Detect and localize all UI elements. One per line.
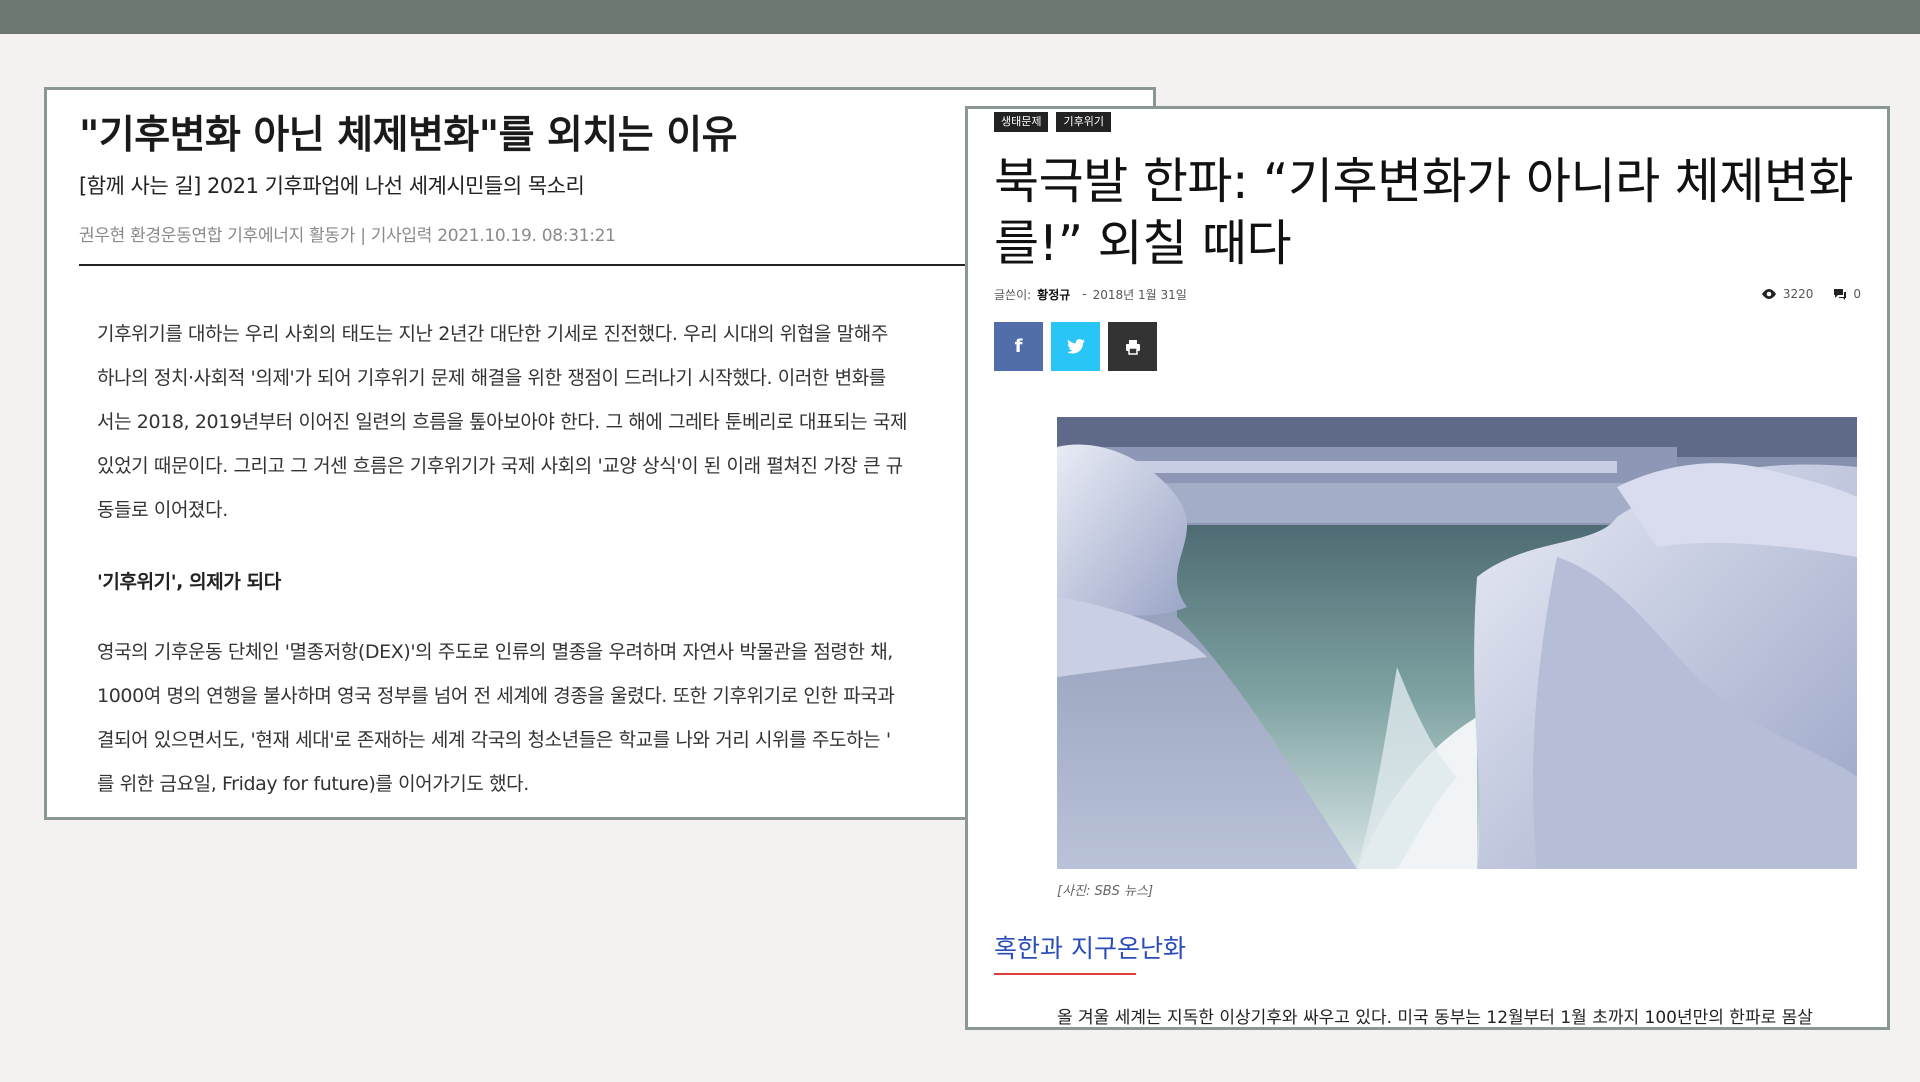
article-meta: 글쓴이: 황정규 - 2018년 1월 31일 3220 0 — [994, 284, 1861, 304]
tag-list: 생태문제 기후위기 — [994, 112, 1111, 132]
right-article-body: 올 겨울 세계는 지독한 이상기후와 싸우고 있다. 미국 동부는 12월부터 … — [1057, 1008, 1813, 1028]
photo-caption: [사진: SBS 뉴스] — [1057, 884, 1154, 899]
article-stats: 3220 0 — [1761, 287, 1861, 301]
twitter-share-button[interactable] — [1051, 322, 1100, 371]
left-article-headline: "기후변화 아닌 체제변화"를 외치는 이유 — [79, 113, 738, 158]
left-article-byline: 권우현 환경운동연합 기후에너지 활동가 | 기사입력 2021.10.19. … — [79, 226, 616, 246]
twitter-icon — [1066, 339, 1085, 354]
publish-date: 2018년 1월 31일 — [1092, 287, 1187, 302]
right-article-card: 생태문제 기후위기 북극발 한파: “기후변화가 아니라 체제변화를!” 외칠 … — [965, 106, 1890, 1030]
tag-ecology[interactable]: 생태문제 — [994, 112, 1049, 132]
frozen-waterfall-image — [1057, 417, 1857, 869]
view-count-value: 3220 — [1782, 287, 1814, 301]
section-title-underline — [994, 973, 1136, 975]
meta-separator: - — [1082, 287, 1087, 301]
frozen-waterfall-photo — [1057, 417, 1857, 869]
print-icon — [1125, 339, 1140, 355]
share-buttons: f — [994, 322, 1157, 371]
tag-climate-crisis[interactable]: 기후위기 — [1056, 112, 1111, 132]
author-link[interactable]: 황정규 — [1037, 286, 1070, 303]
right-article-title: 북극발 한파: “기후변화가 아니라 체제변화를!” 외칠 때다 — [994, 153, 1854, 272]
eye-icon — [1761, 289, 1776, 299]
view-count: 3220 — [1761, 287, 1814, 301]
author-label: 글쓴이: — [994, 287, 1032, 302]
comment-count-value: 0 — [1853, 287, 1861, 301]
facebook-share-button[interactable]: f — [994, 322, 1043, 371]
comment-count[interactable]: 0 — [1833, 287, 1861, 301]
comment-icon — [1834, 289, 1847, 300]
section-title: 혹한과 지구온난화 — [994, 934, 1186, 963]
top-bar — [0, 0, 1920, 34]
left-article-subhead: [함께 사는 길] 2021 기후파업에 나선 세계시민들의 목소리 — [79, 174, 585, 198]
facebook-icon: f — [1014, 336, 1023, 357]
print-button[interactable] — [1108, 322, 1157, 371]
